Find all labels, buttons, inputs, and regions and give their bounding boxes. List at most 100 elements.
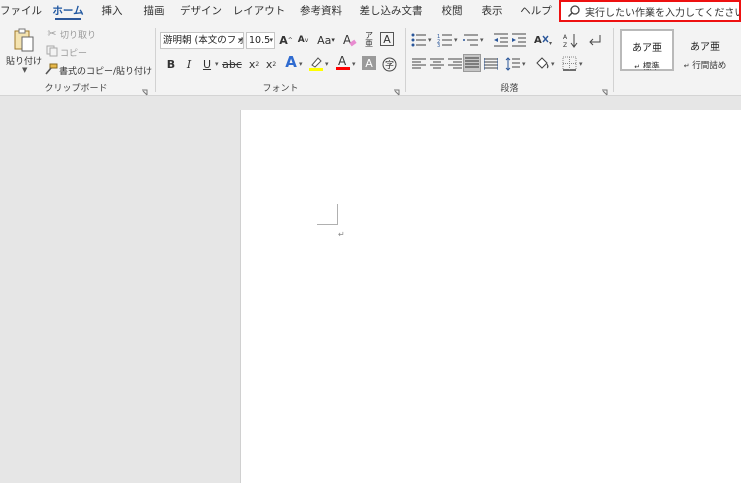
- multilevel-dropdown-icon[interactable]: ▾: [480, 36, 484, 44]
- sort-icon[interactable]: AZ: [563, 32, 579, 48]
- tab-help[interactable]: ヘルプ: [516, 0, 556, 24]
- style-no-spacing-name: 行間詰め: [692, 61, 727, 71]
- paragraph-mark-icon: ↵: [338, 230, 345, 239]
- copy-icon: [46, 45, 58, 57]
- svg-text:A: A: [563, 34, 568, 41]
- tab-mailings[interactable]: 差し込み文書: [356, 0, 426, 24]
- tab-view[interactable]: 表示: [476, 0, 508, 24]
- svg-text:3: 3: [437, 43, 440, 47]
- svg-text:字: 字: [385, 59, 394, 71]
- show-hide-marks-icon[interactable]: [587, 32, 603, 48]
- format-painter-label: 書式のコピー/貼り付け: [59, 67, 153, 77]
- copy-label: コピー: [60, 49, 88, 59]
- paste-icon: [13, 28, 35, 52]
- font-color-icon[interactable]: A: [335, 54, 351, 70]
- format-painter-button[interactable]: 書式のコピー/貼り付け: [44, 63, 152, 77]
- style-no-spacing[interactable]: あア亜 ↵ 行間詰め: [676, 29, 734, 71]
- underline-dropdown-icon[interactable]: ▾: [215, 60, 219, 68]
- enclose-characters-icon[interactable]: 字: [381, 56, 397, 72]
- svg-text:Z: Z: [563, 42, 567, 48]
- align-center-icon[interactable]: [429, 56, 445, 72]
- clear-formatting-icon[interactable]: A: [342, 32, 358, 48]
- shrink-font-icon[interactable]: Av: [295, 32, 311, 48]
- clipboard-group: 貼り付け ▼ ✂ 切り取り コピー 書式のコピー/貼り付け クリップボード: [0, 24, 152, 96]
- group-divider: [405, 28, 406, 92]
- underline-icon[interactable]: U: [199, 56, 215, 72]
- cut-button[interactable]: ✂ 切り取り: [46, 26, 106, 42]
- line-spacing-dropdown-icon[interactable]: ▾: [522, 60, 526, 68]
- paragraph-mark-icon: ↵: [683, 62, 690, 70]
- tab-draw[interactable]: 描画: [138, 0, 170, 24]
- numbering-icon[interactable]: 123: [437, 32, 453, 48]
- highlight-color-icon[interactable]: [308, 55, 324, 71]
- text-effects-icon[interactable]: A: [283, 53, 299, 71]
- font-group-label: フォント: [262, 84, 299, 94]
- font-name-combo[interactable]: 游明朝 (本文のフォ ▾: [160, 32, 244, 49]
- shading-dropdown-icon[interactable]: ▾: [551, 60, 555, 68]
- tell-me-search-box[interactable]: 実行したい作業を入力してください: [559, 0, 741, 22]
- paste-button[interactable]: 貼り付け ▼: [4, 26, 42, 76]
- paste-dropdown-icon[interactable]: ▼: [22, 66, 27, 74]
- margin-corner-mark: [317, 204, 338, 225]
- text-effects-dropdown-icon[interactable]: ▾: [299, 60, 303, 68]
- bullets-dropdown-icon[interactable]: ▾: [428, 36, 432, 44]
- tab-design[interactable]: デザイン: [180, 0, 222, 24]
- tell-me-placeholder: 実行したい作業を入力してください: [585, 7, 741, 19]
- tab-file[interactable]: ファイル: [0, 0, 42, 24]
- tab-references[interactable]: 参考資料: [294, 0, 348, 24]
- styles-group: あア亜 ↵ 標準 あア亜 ↵ 行間詰め: [615, 24, 741, 96]
- numbering-dropdown-icon[interactable]: ▾: [454, 36, 458, 44]
- document-area: ↵: [0, 97, 741, 483]
- grow-font-icon[interactable]: A ^: [278, 32, 294, 48]
- align-left-icon[interactable]: [411, 56, 427, 72]
- subscript-icon[interactable]: x2: [246, 56, 262, 72]
- format-painter-icon: [44, 63, 58, 75]
- group-divider: [613, 28, 614, 92]
- font-color-dropdown-icon[interactable]: ▾: [352, 60, 356, 68]
- group-divider: [155, 28, 156, 92]
- justify-icon[interactable]: [463, 54, 481, 72]
- font-group: 游明朝 (本文のフォ ▾ 10.5 ▾ A ^ Av Aa ▾ A ア亜 A B I…: [157, 24, 404, 96]
- font-name-dropdown-icon[interactable]: ▾: [238, 33, 242, 48]
- search-icon: [567, 4, 581, 18]
- borders-dropdown-icon[interactable]: ▾: [579, 60, 583, 68]
- italic-icon[interactable]: I: [181, 56, 197, 72]
- font-size-combo[interactable]: 10.5 ▾: [246, 32, 275, 49]
- highlight-dropdown-icon[interactable]: ▾: [325, 60, 329, 68]
- scissors-icon: ✂: [47, 26, 57, 40]
- svg-text:▾: ▾: [549, 40, 552, 47]
- borders-icon[interactable]: [561, 55, 577, 71]
- decrease-indent-icon[interactable]: [493, 32, 509, 48]
- align-right-icon[interactable]: [447, 56, 463, 72]
- multilevel-list-icon[interactable]: [463, 32, 479, 48]
- font-size-value: 10.5: [249, 35, 271, 46]
- character-shading-icon[interactable]: A: [362, 56, 376, 70]
- paragraph-group: ▾ 123 ▾ ▾ A ▾ AZ ▾ ▾ ▾ 段落: [407, 24, 612, 96]
- style-normal[interactable]: あア亜 ↵ 標準: [620, 29, 674, 72]
- font-size-dropdown-icon[interactable]: ▾: [269, 33, 273, 48]
- tab-insert[interactable]: 挿入: [96, 0, 128, 24]
- superscript-icon[interactable]: x2: [263, 56, 279, 72]
- paragraph-dialog-launcher-icon[interactable]: [601, 86, 608, 96]
- tab-review[interactable]: 校閲: [436, 0, 468, 24]
- tab-layout[interactable]: レイアウト: [232, 0, 286, 24]
- change-case-icon[interactable]: Aa ▾: [315, 32, 337, 48]
- tab-home[interactable]: ホーム: [48, 0, 88, 24]
- character-border-icon[interactable]: A: [380, 32, 394, 46]
- cut-label: 切り取り: [60, 31, 97, 41]
- shading-icon[interactable]: [534, 55, 550, 71]
- increase-indent-icon[interactable]: [511, 32, 527, 48]
- asian-layout-icon[interactable]: A ▾: [534, 32, 554, 48]
- bullets-icon[interactable]: [411, 32, 427, 48]
- style-no-spacing-sample: あア亜: [690, 42, 720, 53]
- phonetic-guide-icon[interactable]: ア亜: [361, 32, 377, 48]
- bold-icon[interactable]: B: [163, 56, 179, 72]
- document-page[interactable]: ↵: [240, 110, 741, 483]
- line-spacing-icon[interactable]: [505, 56, 521, 72]
- distributed-icon[interactable]: [483, 56, 499, 72]
- copy-button[interactable]: コピー: [46, 45, 106, 59]
- clipboard-dialog-launcher-icon[interactable]: [141, 86, 148, 96]
- style-normal-name: 標準: [642, 62, 660, 72]
- font-dialog-launcher-icon[interactable]: [393, 86, 400, 96]
- strikethrough-icon[interactable]: abc: [222, 56, 242, 72]
